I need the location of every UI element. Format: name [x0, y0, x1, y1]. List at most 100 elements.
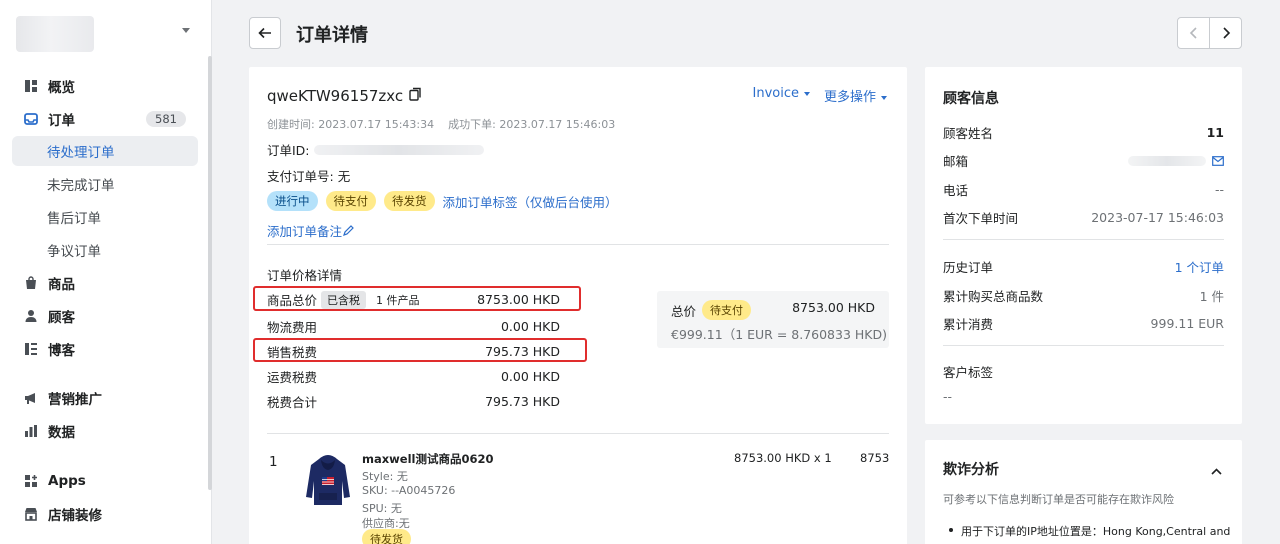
- customer-phone-label: 电话: [943, 183, 969, 198]
- fraud-item: 用于下订单的IP地址位置是：Hong Kong,Central and: [949, 523, 1230, 539]
- chevron-left-icon: [1189, 27, 1197, 39]
- nav-dispute-orders[interactable]: 争议订单: [12, 235, 198, 265]
- store-name-blurred: [16, 16, 94, 52]
- payment-no-row: 支付订单号: 无: [267, 166, 350, 185]
- add-note-link[interactable]: 添加订单备注: [267, 221, 354, 240]
- nav-store-design[interactable]: 店铺装修: [12, 499, 198, 529]
- total-value: 8753.00 HKD: [792, 300, 875, 315]
- freight-tax-label: 运费税费: [267, 370, 318, 385]
- product-image[interactable]: [305, 451, 351, 511]
- email-blurred: [1128, 155, 1206, 166]
- tag-icon: [24, 276, 38, 290]
- first-order-label: 首次下单时间: [943, 211, 1019, 226]
- order-details-card: qweKTW96157zxc Invoice 更多操作 创建时间: 2023.0…: [249, 67, 907, 544]
- order-timestamps: 创建时间: 2023.07.17 15:43:34 成功下单: 2023.07.…: [267, 116, 615, 132]
- invoice-dropdown[interactable]: Invoice: [753, 86, 810, 105]
- order-id-row: 订单ID:: [267, 140, 484, 159]
- customer-name-value[interactable]: 11: [1207, 125, 1224, 140]
- history-orders-link[interactable]: 1 个订单: [1175, 257, 1224, 276]
- store-switcher[interactable]: [16, 14, 196, 54]
- fulfillment-status-badge: 待发货: [384, 191, 435, 211]
- customer-phone-row: 电话 --: [943, 180, 1224, 199]
- freight-tax-row: 运费税费 0.00 HKD: [267, 367, 560, 386]
- sidebar-scrollbar[interactable]: [208, 56, 212, 490]
- nav-label: 商品: [48, 277, 75, 293]
- caret-down-icon: [881, 95, 887, 100]
- customer-email-row: 邮箱: [943, 151, 1224, 170]
- total-items-value: 1 件: [1199, 289, 1224, 304]
- total-summary: 总价 待支付 8753.00 HKD €999.11（1 EUR = 8.760…: [657, 291, 889, 348]
- customer-tags-label: 客户标签: [943, 365, 994, 380]
- total-spent-row: 累计消费 999.11 EUR: [943, 314, 1224, 333]
- fraud-item-text: 用于下订单的IP地址位置是：Hong Kong,Central and: [961, 525, 1231, 538]
- shipping-label: 物流费用: [267, 320, 318, 335]
- next-order-button[interactable]: [1209, 18, 1241, 48]
- more-actions-dropdown[interactable]: 更多操作: [824, 86, 887, 105]
- fraud-description: 可参考以下信息判断订单是否可能存在欺诈风险: [943, 493, 1174, 506]
- product-name[interactable]: maxwell测试商品0620: [362, 451, 493, 467]
- nav-label: 订单: [48, 113, 75, 129]
- customer-tags-value: --: [943, 389, 953, 404]
- payment-no-label: 支付订单号:: [267, 169, 334, 184]
- chevron-down-icon: [182, 28, 190, 33]
- line-item-index: 1: [269, 454, 278, 470]
- nav-label: 店铺装修: [48, 508, 102, 524]
- order-badges: 进行中 待支付 待发货 添加订单标签（仅做后台使用）: [267, 191, 618, 211]
- nav-apps[interactable]: Apps: [12, 466, 198, 496]
- nav-pending-orders[interactable]: 待处理订单: [12, 136, 198, 166]
- nav-label: 争议订单: [47, 244, 101, 260]
- copy-icon[interactable]: [409, 87, 422, 105]
- nav-products[interactable]: 商品: [12, 268, 198, 298]
- inbox-icon: [24, 112, 38, 126]
- total-spent-label: 累计消费: [943, 317, 994, 332]
- order-number: qweKTW96157zxc: [267, 87, 422, 105]
- customer-title: 顾客信息: [943, 91, 999, 107]
- price-section-title: 订单价格详情: [267, 268, 343, 283]
- previous-order-button[interactable]: [1178, 18, 1209, 48]
- highlight-box: [253, 286, 581, 311]
- fraud-title: 欺诈分析: [943, 462, 999, 478]
- total-label: 总价: [671, 303, 697, 319]
- line-item-status-badge: 待发货: [362, 529, 411, 544]
- payment-no-value: 无: [337, 169, 351, 184]
- pencil-icon: [343, 225, 354, 236]
- highlight-box: [253, 338, 587, 362]
- bar-chart-icon: [24, 424, 38, 438]
- freight-tax-value: 0.00 HKD: [500, 369, 560, 384]
- arrow-left-icon: [258, 27, 271, 39]
- nav-label: 数据: [48, 425, 75, 441]
- payment-status-badge: 待支付: [325, 191, 376, 211]
- nav-label: 概览: [48, 80, 75, 96]
- created-value: 2023.07.17 15:43:34: [318, 118, 435, 131]
- nav-customers[interactable]: 顾客: [12, 301, 198, 331]
- order-id-label: 订单ID:: [267, 143, 310, 158]
- divider: [943, 239, 1224, 240]
- mail-icon[interactable]: [1212, 155, 1224, 166]
- first-order-value: 2023-07-17 15:46:03: [1091, 210, 1224, 225]
- nav-overview[interactable]: 概览: [12, 71, 198, 101]
- total-spent-value: 999.11 EUR: [1150, 316, 1224, 331]
- fraud-analysis-card: 欺诈分析 可参考以下信息判断订单是否可能存在欺诈风险 用于下订单的IP地址位置是…: [925, 440, 1242, 544]
- apps-icon: [24, 474, 38, 488]
- sidebar: 概览 订单 581 待处理订单 未完成订单 售后订单 争议订单 商品 顾客 博客: [0, 0, 212, 544]
- nav-analytics[interactable]: 数据: [12, 416, 198, 446]
- nav-blog[interactable]: 博客: [12, 334, 198, 364]
- megaphone-icon: [24, 391, 38, 405]
- nav-label: 未完成订单: [47, 178, 115, 194]
- add-tag-link[interactable]: 添加订单标签（仅做后台使用）: [443, 192, 618, 211]
- collapse-button[interactable]: [1211, 464, 1222, 479]
- nav-unfinished-orders[interactable]: 未完成订单: [12, 169, 198, 199]
- back-button[interactable]: [249, 17, 281, 49]
- order-actions: Invoice 更多操作: [753, 86, 887, 105]
- shipping-value: 0.00 HKD: [500, 319, 560, 334]
- divider: [267, 433, 889, 434]
- nav-marketing[interactable]: 营销推广: [12, 383, 198, 413]
- nav-orders[interactable]: 订单 581: [12, 104, 198, 134]
- total-items-label: 累计购买总商品数: [943, 289, 1044, 304]
- nav-aftersale-orders[interactable]: 售后订单: [12, 202, 198, 232]
- chevron-up-icon: [1211, 468, 1222, 475]
- product-sku: SKU: --A0045726: [362, 484, 456, 497]
- placed-value: 2023.07.17 15:46:03: [499, 118, 616, 131]
- blog-icon: [24, 342, 38, 356]
- history-orders-label: 历史订单: [943, 260, 994, 275]
